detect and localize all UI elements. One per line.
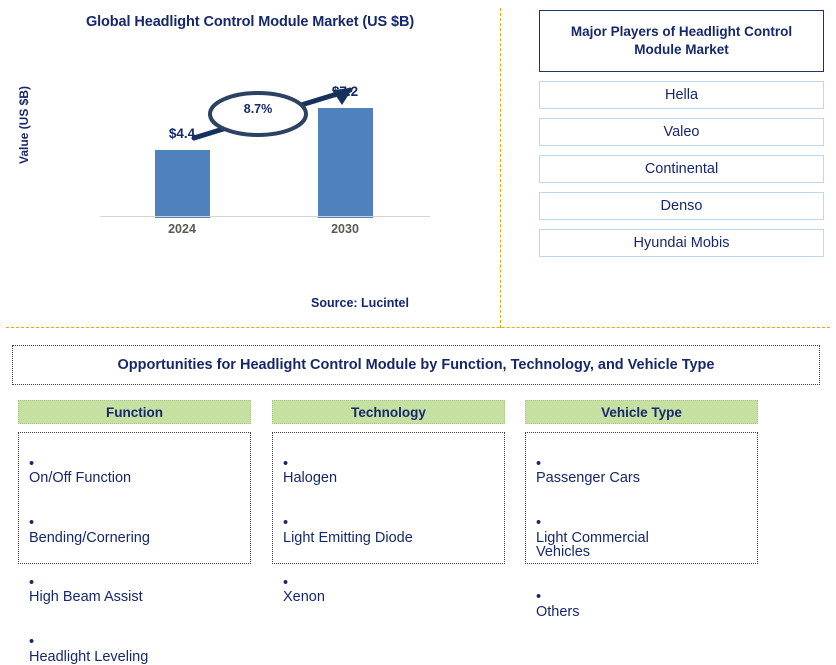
player-name: Continental (644, 161, 719, 177)
list-item-label: Bending/Cornering (29, 529, 150, 546)
horizontal-divider (6, 327, 830, 328)
x-axis-line (100, 216, 430, 217)
list-item: • Others (534, 576, 749, 620)
list-item-label: Passenger Cars (536, 470, 640, 486)
list-item-label: Light Commercial Vehicles (536, 529, 649, 560)
opportunity-column-function: Function • On/Off Function • Bending/Cor… (18, 400, 251, 664)
column-heading: Vehicle Type (525, 400, 758, 424)
list-item-label: Halogen (283, 470, 338, 486)
column-heading: Function (18, 400, 251, 424)
player-row: Valeo (539, 118, 824, 146)
player-row: Denso (539, 192, 824, 220)
x-tick-label-2030: 2030 (331, 222, 359, 236)
major-players-panel: Major Players of Headlight Control Modul… (539, 10, 824, 257)
list-item: • High Beam Assist (27, 561, 242, 605)
list-item-label: Xenon (283, 589, 325, 605)
opportunity-column-vehicle-type: Vehicle Type • Passenger Cars • Light Co… (525, 400, 758, 619)
player-name: Hella (664, 87, 699, 103)
x-tick-label-2024: 2024 (168, 222, 196, 236)
player-row: Continental (539, 155, 824, 183)
bar-2024 (155, 150, 210, 218)
list-item-label: On/Off Function (29, 470, 132, 486)
list-item: • Bending/Cornering (27, 502, 242, 546)
list-item: • Headlight Leveling (27, 621, 242, 665)
column-heading: Technology (272, 400, 505, 424)
list-item-label: Others (536, 603, 580, 620)
vertical-divider (500, 8, 501, 328)
list-item-label: Light Emitting Diode (283, 529, 413, 546)
column-items: • On/Off Function • Bending/Cornering • … (18, 432, 251, 664)
opportunities-title: Opportunities for Headlight Control Modu… (117, 357, 715, 373)
market-chart-panel: Global Headlight Control Module Market (… (0, 0, 500, 330)
column-items: • Halogen • Light Emitting Diode • Xenon (272, 432, 505, 604)
major-players-header: Major Players of Headlight Control Modul… (539, 10, 824, 72)
player-name: Valeo (663, 124, 700, 140)
list-item: • On/Off Function (27, 442, 242, 486)
list-item: • Light Emitting Diode (281, 502, 496, 546)
cagr-value-label: 8.7% (243, 102, 273, 116)
chart-title: Global Headlight Control Module Market (… (85, 14, 415, 30)
list-item-label: High Beam Assist (29, 589, 143, 605)
list-item: • Light Commercial Vehicles (534, 502, 749, 560)
list-item: • Xenon (281, 561, 496, 605)
opportunity-column-technology: Technology • Halogen • Light Emitting Di… (272, 400, 505, 604)
player-name: Hyundai Mobis (633, 235, 730, 251)
opportunities-title-box: Opportunities for Headlight Control Modu… (12, 345, 820, 385)
list-item: • Passenger Cars (534, 442, 749, 486)
player-name: Denso (660, 198, 703, 214)
player-row: Hyundai Mobis (539, 229, 824, 257)
y-axis-label: Value (US $B) (17, 85, 31, 165)
list-item: • Halogen (281, 442, 496, 486)
list-item-label: Headlight Leveling (29, 648, 149, 665)
column-items: • Passenger Cars • Light Commercial Vehi… (525, 432, 758, 619)
player-row: Hella (539, 81, 824, 109)
source-note: Source: Lucintel (311, 296, 409, 310)
